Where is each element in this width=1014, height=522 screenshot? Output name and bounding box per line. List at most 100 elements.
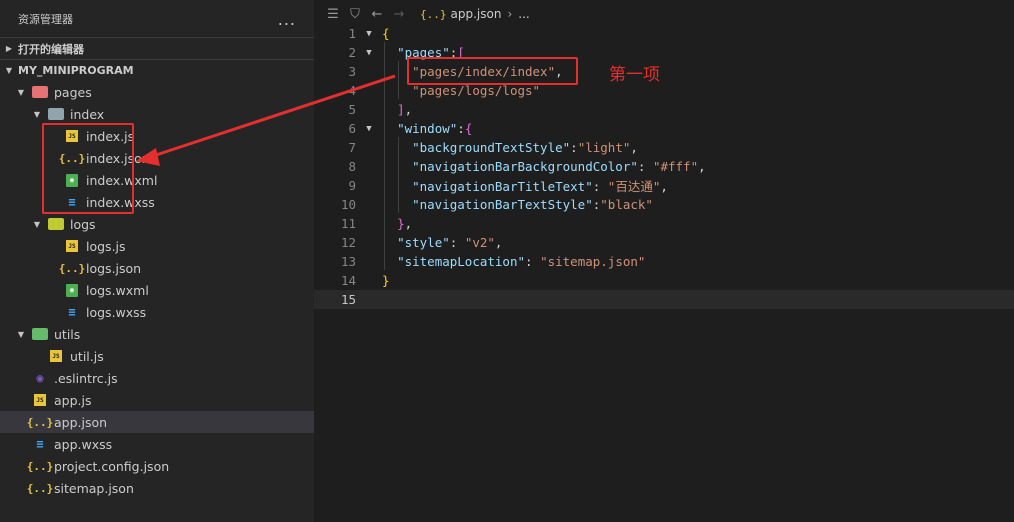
menu-icon[interactable]: ☰ [322, 7, 344, 22]
code-text: "backgroundTextStyle":"light", [382, 140, 638, 155]
line-number: 7 [348, 140, 356, 155]
wxss-file-icon: ≡ [36, 437, 44, 451]
code-editor: ☰ ⛉ ← → {..} app.json › ... 1 ▼{2 ▼ "pages… [314, 0, 1014, 522]
chevron-right-icon: ▶ [5, 44, 13, 53]
code-token: "pages/logs/logs" [412, 83, 541, 98]
indent-guide [398, 61, 399, 99]
code-line[interactable]: 9 "navigationBarTitleText": "百达通", [314, 176, 1014, 195]
code-line[interactable]: 7 "backgroundTextStyle":"light", [314, 138, 1014, 157]
eslint-file-icon: ◉ [36, 371, 44, 385]
code-line[interactable]: 13 "sitemapLocation": "sitemap.json" [314, 252, 1014, 271]
code-line[interactable]: 11 }, [314, 214, 1014, 233]
tree-item[interactable]: ≡ app.wxss [0, 433, 314, 455]
tree-item-label: index.json [86, 150, 150, 166]
tree-item-label: logs.json [86, 260, 142, 276]
project-section[interactable]: ▼ MY_MINIPROGRAM [0, 59, 314, 81]
code-line[interactable]: 1 ▼{ [314, 24, 1014, 43]
tree-item[interactable]: ▼ logs [0, 213, 314, 235]
code-line[interactable]: 3 "pages/index/index", [314, 62, 1014, 81]
tree-item[interactable]: JS app.js [0, 389, 314, 411]
explorer-title: 资源管理器 [18, 13, 73, 26]
tree-item-label: index [70, 106, 105, 122]
tree-item-label: utils [54, 326, 81, 342]
project-name: MY_MINIPROGRAM [18, 64, 134, 77]
tree-item[interactable]: ◉ .eslintrc.js [0, 367, 314, 389]
code-token: "navigationBarBackgroundColor" [412, 159, 638, 174]
tree-item[interactable]: JS util.js [0, 345, 314, 367]
code-token: "navigationBarTextStyle" [412, 197, 593, 212]
code-line[interactable]: 2 ▼ "pages":[ [314, 43, 1014, 62]
wxml-file-icon: ◉ [66, 173, 78, 187]
code-token: "pages/index/index" [412, 64, 556, 79]
chevron-down-icon: ▼ [5, 66, 13, 75]
indent-guide [384, 42, 385, 270]
chevron-down-icon: ▼ [17, 329, 25, 339]
code-token: : [570, 140, 578, 155]
tree-item[interactable]: {..} logs.json [0, 257, 314, 279]
code-token: "light" [577, 140, 631, 155]
code-line[interactable]: 14} [314, 271, 1014, 290]
code-token: : [637, 159, 653, 174]
json-file-icon: {..} [420, 7, 447, 21]
code-line[interactable]: 10 "navigationBarTextStyle":"black" [314, 195, 1014, 214]
fold-chevron-icon[interactable]: ▼ [356, 29, 382, 39]
code-text: "window":{ [382, 121, 472, 136]
tree-item-label: project.config.json [54, 458, 170, 474]
code-token: "window" [397, 121, 458, 136]
tree-item-label: logs [70, 216, 96, 232]
tree-item[interactable]: {..} project.config.json [0, 455, 314, 477]
tree-item[interactable]: ≡ index.wxss [0, 191, 314, 213]
tree-item[interactable]: ▼ index [0, 103, 314, 125]
tree-item[interactable]: ≡ logs.wxss [0, 301, 314, 323]
code-text: ], [382, 102, 412, 117]
code-token: "v2" [464, 235, 495, 250]
tree-item[interactable]: ▼ pages [0, 81, 314, 103]
explorer-sidebar: 资源管理器 ... ▶ 打开的编辑器 ▼ MY_MINIPROGRAM ▼ pag… [0, 0, 314, 522]
fold-chevron-icon[interactable]: ▼ [356, 124, 382, 134]
tree-item[interactable]: {..} app.json [0, 411, 314, 433]
code-line[interactable]: 6 ▼ "window":{ [314, 119, 1014, 138]
tree-item[interactable]: {..} index.json [0, 147, 314, 169]
code-token: "navigationBarTitleText" [412, 179, 593, 194]
code-line[interactable]: 4 "pages/logs/logs" [314, 81, 1014, 100]
code-token: "pages" [397, 45, 450, 60]
code-line[interactable]: 5 ], [314, 100, 1014, 119]
open-editors-section[interactable]: ▶ 打开的编辑器 [0, 37, 314, 59]
tree-item[interactable]: {..} sitemap.json [0, 477, 314, 499]
tree-item[interactable]: JS index.js [0, 125, 314, 147]
bookmark-icon[interactable]: ⛉ [344, 7, 366, 22]
line-number: 11 [340, 216, 356, 231]
code-line[interactable]: 12 "style": "v2", [314, 233, 1014, 252]
code-token: , [494, 235, 503, 250]
line-number: 8 [348, 159, 356, 174]
code-line[interactable]: 15 [314, 290, 1014, 309]
forward-arrow-icon[interactable]: → [388, 7, 410, 22]
tree-item[interactable]: ▼ utils [0, 323, 314, 345]
fold-chevron-icon[interactable]: ▼ [356, 48, 382, 58]
code-token: : [449, 235, 465, 250]
json-file-icon: {..} [26, 459, 54, 473]
breadcrumb-file[interactable]: app.json [451, 7, 502, 21]
breadcrumb-more[interactable]: ... [518, 7, 529, 21]
tree-item-label: pages [54, 84, 92, 100]
chevron-down-icon: ▼ [33, 219, 41, 229]
back-arrow-icon[interactable]: ← [366, 7, 388, 22]
folder-icon [32, 328, 48, 340]
tree-item[interactable]: JS logs.js [0, 235, 314, 257]
tree-item[interactable]: ◉ logs.wxml [0, 279, 314, 301]
line-number: 15 [340, 292, 356, 307]
chevron-down-icon: ▼ [33, 109, 41, 119]
code-token: "backgroundTextStyle" [412, 140, 571, 155]
tree-item[interactable]: ◉ index.wxml [0, 169, 314, 191]
code-token: , [698, 159, 706, 174]
json-file-icon: {..} [58, 151, 86, 165]
code-token: "black" [600, 197, 653, 212]
code-line[interactable]: 8 "navigationBarBackgroundColor": "#fff"… [314, 157, 1014, 176]
tree-item-label: logs.wxml [86, 282, 149, 298]
more-actions-icon[interactable]: ... [278, 10, 296, 29]
code-token: { [382, 26, 390, 41]
tree-item-label: logs.wxss [86, 304, 147, 320]
js-file-icon: JS [34, 394, 46, 406]
line-number: 1 [348, 26, 356, 41]
code-token: "sitemap.json" [540, 254, 646, 269]
